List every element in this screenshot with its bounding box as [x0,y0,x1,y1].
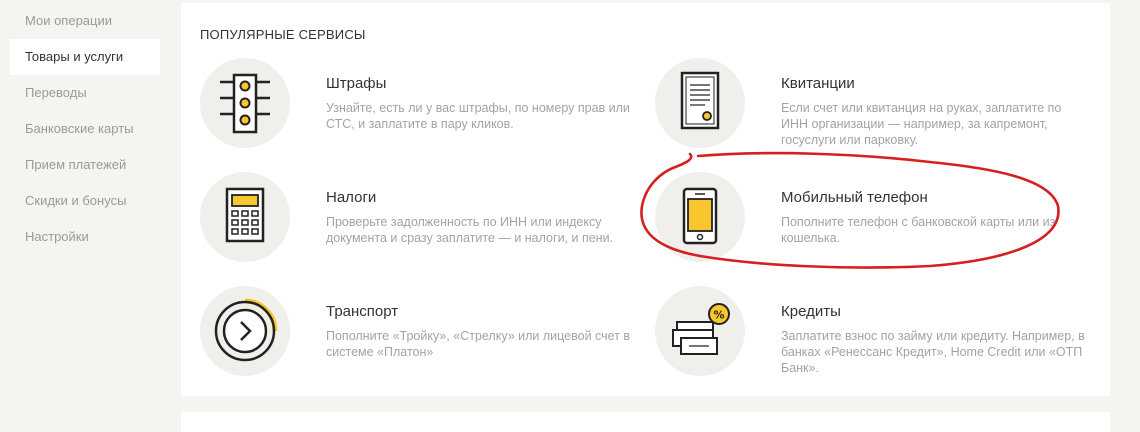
service-mobile-phone[interactable]: Мобильный телефон Пополните телефон с ба… [655,172,1095,272]
service-description: Пополните «Тройку», «Стрелку» или лицево… [326,329,631,359]
secondary-panel [181,412,1110,432]
sidebar-item-bank-cards[interactable]: Банковские карты [10,111,160,147]
service-description: Если счет или квитанция на руках, заплат… [781,101,1062,147]
service-description: Заплатите взнос по займу или кредиту. На… [781,329,1085,375]
sidebar-item-goods-services[interactable]: Товары и услуги [10,39,160,75]
service-fines[interactable]: Штрафы Узнайте, есть ли у вас штрафы, по… [200,58,640,158]
service-credits[interactable]: % Кредиты Заплатите взнос по займу или к… [655,286,1095,386]
svg-text:%: % [713,309,724,322]
service-name: Мобильный телефон [781,189,928,206]
service-name: Штрафы [326,75,387,92]
sidebar-item-settings[interactable]: Настройки [10,219,160,255]
transport-card-icon [200,286,290,376]
service-name: Налоги [326,189,377,206]
traffic-light-icon [200,58,290,148]
service-name: Транспорт [326,303,399,320]
service-transport[interactable]: Транспорт Пополните «Тройку», «Стрелку» … [200,286,640,386]
credit-percent-icon: % [655,286,745,376]
service-name: Квитанции [781,75,855,92]
popular-services-panel: ПОПУЛЯРНЫЕ СЕРВИСЫ Штрафы Узнайте, есть … [181,3,1110,396]
service-name: Кредиты [781,303,841,320]
sidebar-item-my-operations[interactable]: Мои операции [10,3,160,39]
calculator-icon [200,172,290,262]
service-description: Пополните телефон с банковской карты или… [781,215,1056,245]
service-taxes[interactable]: Налоги Проверьте задолженность по ИНН ил… [200,172,640,272]
sidebar-item-transfers[interactable]: Переводы [10,75,160,111]
mobile-phone-icon [655,172,745,262]
receipt-icon [655,58,745,148]
service-description: Проверьте задолженность по ИНН или индек… [326,215,614,245]
section-title: ПОПУЛЯРНЫЕ СЕРВИСЫ [200,27,366,42]
service-receipts[interactable]: Квитанции Если счет или квитанция на рук… [655,58,1095,158]
sidebar-item-discounts-bonuses[interactable]: Скидки и бонусы [10,183,160,219]
sidebar-nav: Мои операции Товары и услуги Переводы Ба… [0,0,170,421]
sidebar-item-payment-acceptance[interactable]: Прием платежей [10,147,160,183]
service-description: Узнайте, есть ли у вас штрафы, по номеру… [326,101,630,131]
